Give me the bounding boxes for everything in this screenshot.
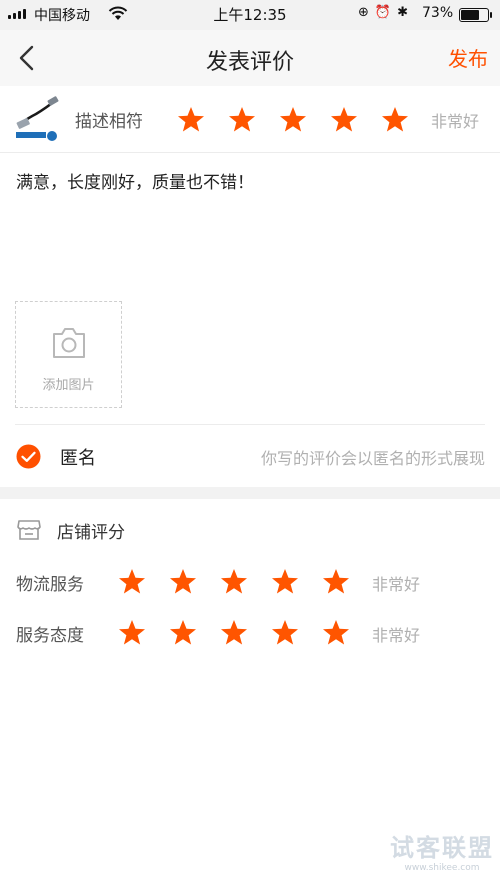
watermark-text: 试客联盟 bbox=[390, 834, 494, 862]
review-text-area[interactable]: 满意，长度刚好，质量也不错！ bbox=[16, 168, 254, 193]
section-divider bbox=[0, 487, 500, 499]
star-icon[interactable] bbox=[219, 618, 249, 648]
watermark-url: www.shikee.com bbox=[404, 863, 480, 873]
star-icon[interactable] bbox=[321, 567, 351, 597]
battery-icon bbox=[459, 8, 492, 22]
publish-button[interactable]: 发布 bbox=[448, 43, 488, 72]
star-icon[interactable] bbox=[117, 567, 147, 597]
star-rating-logistics bbox=[117, 567, 372, 597]
rating-text-service: 非常好 bbox=[372, 626, 421, 645]
bluetooth-icon: ✱ bbox=[397, 5, 414, 20]
anonymous-hint: 你写的评价会以匿名的形式展现 bbox=[260, 449, 485, 468]
product-rating-row: 描述相符 非常好 bbox=[0, 88, 500, 153]
battery-percent: 73% bbox=[422, 5, 454, 21]
star-icon[interactable] bbox=[168, 567, 198, 597]
anonymous-row: 匿名 你写的评价会以匿名的形式展现 bbox=[15, 424, 485, 487]
add-photo-label: 添加图片 bbox=[42, 378, 95, 393]
camera-icon bbox=[53, 328, 85, 358]
back-chevron-icon[interactable] bbox=[12, 42, 44, 74]
nav-bar: 发表评价 发布 bbox=[0, 30, 500, 86]
rating-text-logistics: 非常好 bbox=[372, 575, 421, 594]
star-icon[interactable] bbox=[321, 618, 351, 648]
status-bar: 中国移动 上午12:35 ⊕⏰✱ 73% bbox=[0, 0, 500, 30]
add-photo-button[interactable]: 添加图片 bbox=[15, 301, 122, 408]
system-status-icons: ⊕⏰✱ bbox=[358, 5, 414, 20]
star-icon[interactable] bbox=[278, 105, 308, 135]
anonymous-label: 匿名 bbox=[60, 448, 96, 469]
alarm-icon: ⏰ bbox=[374, 5, 398, 20]
star-icon[interactable] bbox=[380, 105, 410, 135]
star-rating-description bbox=[176, 105, 431, 135]
rating-text-description: 非常好 bbox=[431, 112, 480, 131]
star-icon[interactable] bbox=[117, 618, 147, 648]
star-icon[interactable] bbox=[176, 105, 206, 135]
star-icon[interactable] bbox=[227, 105, 257, 135]
rating-label-logistics: 物流服务 bbox=[16, 575, 84, 595]
star-icon[interactable] bbox=[219, 567, 249, 597]
store-rating-title: 店铺评分 bbox=[57, 523, 125, 543]
star-icon[interactable] bbox=[329, 105, 359, 135]
anonymous-checkbox[interactable] bbox=[16, 444, 41, 469]
star-rating-service bbox=[117, 618, 372, 648]
star-icon[interactable] bbox=[168, 618, 198, 648]
page-title: 发表评价 bbox=[205, 50, 294, 75]
rating-label-service: 服务态度 bbox=[16, 626, 84, 646]
product-thumbnail bbox=[14, 96, 62, 144]
star-icon[interactable] bbox=[270, 618, 300, 648]
orientation-lock-icon: ⊕ bbox=[358, 5, 375, 20]
store-icon bbox=[17, 520, 41, 540]
star-icon[interactable] bbox=[270, 567, 300, 597]
watermark: 试客联盟 www.shikee.com bbox=[390, 828, 494, 873]
rating-label-description: 描述相符 bbox=[75, 112, 143, 132]
